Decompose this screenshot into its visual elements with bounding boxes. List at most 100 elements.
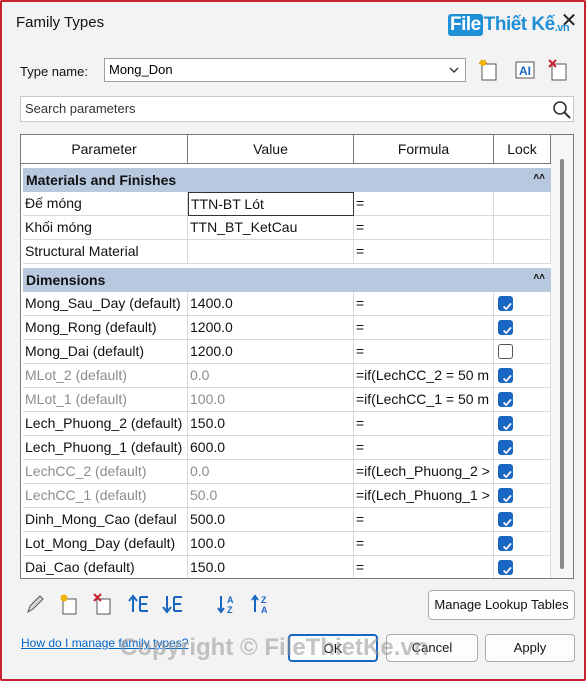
value-cell[interactable]: TTN_BT_KetCau [188,216,354,240]
value-cell[interactable]: 600.0 [188,436,354,460]
new-parameter-icon[interactable] [58,592,80,616]
parameter-name-cell[interactable]: Dai_Cao (default) [23,556,188,578]
parameter-name-cell[interactable]: Đế móng [23,192,188,216]
formula-cell[interactable]: = [354,412,494,436]
search-icon[interactable] [551,99,573,121]
parameter-name-cell[interactable]: MLot_1 (default) [23,388,188,412]
formula-cell[interactable]: =if(Lech_Phuong_2 > [354,460,494,484]
lock-cell[interactable] [494,436,551,460]
lock-cell[interactable] [494,340,551,364]
value-cell[interactable]: 500.0 [188,508,354,532]
lock-checkbox[interactable] [498,320,513,335]
value-cell[interactable]: 150.0 [188,412,354,436]
collapse-icon[interactable]: ˄˄ [533,268,545,288]
parameter-name-cell[interactable]: Structural Material [23,240,188,264]
lock-cell[interactable] [494,508,551,532]
table-row[interactable]: Lech_Phuong_1 (default) 600.0 = [23,436,551,460]
search-parameters-input[interactable]: Search parameters [20,96,574,122]
vertical-scrollbar[interactable] [551,135,573,578]
close-button[interactable]: ✕ [558,10,580,32]
value-cell[interactable]: 1200.0 [188,340,354,364]
delete-parameter-icon[interactable] [92,592,114,616]
lock-cell[interactable] [494,364,551,388]
parameter-name-cell[interactable]: LechCC_1 (default) [23,484,188,508]
ok-button[interactable]: OK [288,634,378,662]
value-cell[interactable] [188,240,354,264]
table-row[interactable]: Mong_Rong (default) 1200.0 = [23,316,551,340]
header-value[interactable]: Value [188,135,354,163]
manage-lookup-tables-button[interactable]: Manage Lookup Tables [428,590,575,620]
lock-cell[interactable] [494,240,551,264]
lock-checkbox[interactable] [498,488,513,503]
collapse-icon[interactable]: ˄˄ [533,168,545,188]
lock-cell[interactable] [494,412,551,436]
lock-cell[interactable] [494,460,551,484]
lock-cell[interactable] [494,556,551,578]
lock-checkbox[interactable] [498,368,513,383]
parameter-name-cell[interactable]: Lech_Phuong_1 (default) [23,436,188,460]
formula-cell[interactable]: = [354,508,494,532]
table-row[interactable]: MLot_1 (default) 100.0 =if(LechCC_1 = 50 m [23,388,551,412]
table-row[interactable]: Structural Material = [23,240,551,264]
lock-checkbox[interactable] [498,416,513,431]
lock-cell[interactable] [494,316,551,340]
edit-parameter-icon[interactable] [24,592,46,616]
lock-cell[interactable] [494,292,551,316]
section-dimensions[interactable]: Dimensions ˄˄ [23,268,551,292]
parameter-name-cell[interactable]: Mong_Sau_Day (default) [23,292,188,316]
lock-cell[interactable] [494,484,551,508]
formula-cell[interactable]: = [354,532,494,556]
new-type-icon[interactable] [476,58,502,82]
move-down-icon[interactable] [162,592,184,616]
sort-ascending-icon[interactable]: A Z [216,592,238,616]
value-cell[interactable]: 150.0 [188,556,354,578]
value-cell[interactable]: 1200.0 [188,316,354,340]
parameter-name-cell[interactable]: Lech_Phuong_2 (default) [23,412,188,436]
rename-type-icon[interactable]: AI [512,58,538,82]
table-row[interactable]: MLot_2 (default) 0.0 =if(LechCC_2 = 50 m [23,364,551,388]
help-link[interactable]: How do I manage family types? [21,636,188,650]
formula-cell[interactable]: = [354,292,494,316]
formula-cell[interactable]: = [354,192,494,216]
formula-cell[interactable]: =if(LechCC_1 = 50 m [354,388,494,412]
lock-checkbox[interactable] [498,512,513,527]
value-cell[interactable]: 0.0 [188,364,354,388]
header-lock[interactable]: Lock [494,135,551,163]
table-row[interactable]: Dinh_Mong_Cao (defaul 500.0 = [23,508,551,532]
sort-descending-icon[interactable]: Z A [250,592,272,616]
parameter-name-cell[interactable]: Dinh_Mong_Cao (defaul [23,508,188,532]
formula-cell[interactable]: = [354,436,494,460]
lock-checkbox[interactable] [498,560,513,575]
move-up-icon[interactable] [128,592,150,616]
formula-cell[interactable]: = [354,316,494,340]
header-formula[interactable]: Formula [354,135,494,163]
parameter-name-cell[interactable]: LechCC_2 (default) [23,460,188,484]
formula-cell[interactable]: =if(Lech_Phuong_1 > [354,484,494,508]
value-cell[interactable]: 100.0 [188,388,354,412]
parameter-name-cell[interactable]: Mong_Rong (default) [23,316,188,340]
formula-cell[interactable]: = [354,240,494,264]
table-row[interactable]: Mong_Dai (default) 1200.0 = [23,340,551,364]
header-parameter[interactable]: Parameter [21,135,188,163]
value-cell[interactable]: 100.0 [188,532,354,556]
cancel-button[interactable]: Cancel [386,634,478,662]
table-row[interactable]: Dai_Cao (default) 150.0 = [23,556,551,578]
table-row[interactable]: Đế móng TTN-BT Lót = [23,192,551,216]
formula-cell[interactable]: = [354,340,494,364]
lock-checkbox[interactable] [498,440,513,455]
formula-cell[interactable]: =if(LechCC_2 = 50 m [354,364,494,388]
value-cell[interactable]: 50.0 [188,484,354,508]
table-row[interactable]: Lot_Mong_Day (default) 100.0 = [23,532,551,556]
table-row[interactable]: LechCC_1 (default) 50.0 =if(Lech_Phuong_1 … [23,484,551,508]
table-row[interactable]: Khối móng TTN_BT_KetCau = [23,216,551,240]
formula-cell[interactable]: = [354,216,494,240]
type-name-select[interactable]: Mong_Don [104,58,466,82]
value-cell[interactable]: TTN-BT Lót [188,192,354,216]
parameter-name-cell[interactable]: Lot_Mong_Day (default) [23,532,188,556]
lock-checkbox[interactable] [498,464,513,479]
lock-checkbox[interactable] [498,536,513,551]
table-row[interactable]: LechCC_2 (default) 0.0 =if(Lech_Phuong_2 > [23,460,551,484]
parameter-name-cell[interactable]: Mong_Dai (default) [23,340,188,364]
formula-cell[interactable]: = [354,556,494,578]
scrollbar-thumb[interactable] [560,159,564,569]
